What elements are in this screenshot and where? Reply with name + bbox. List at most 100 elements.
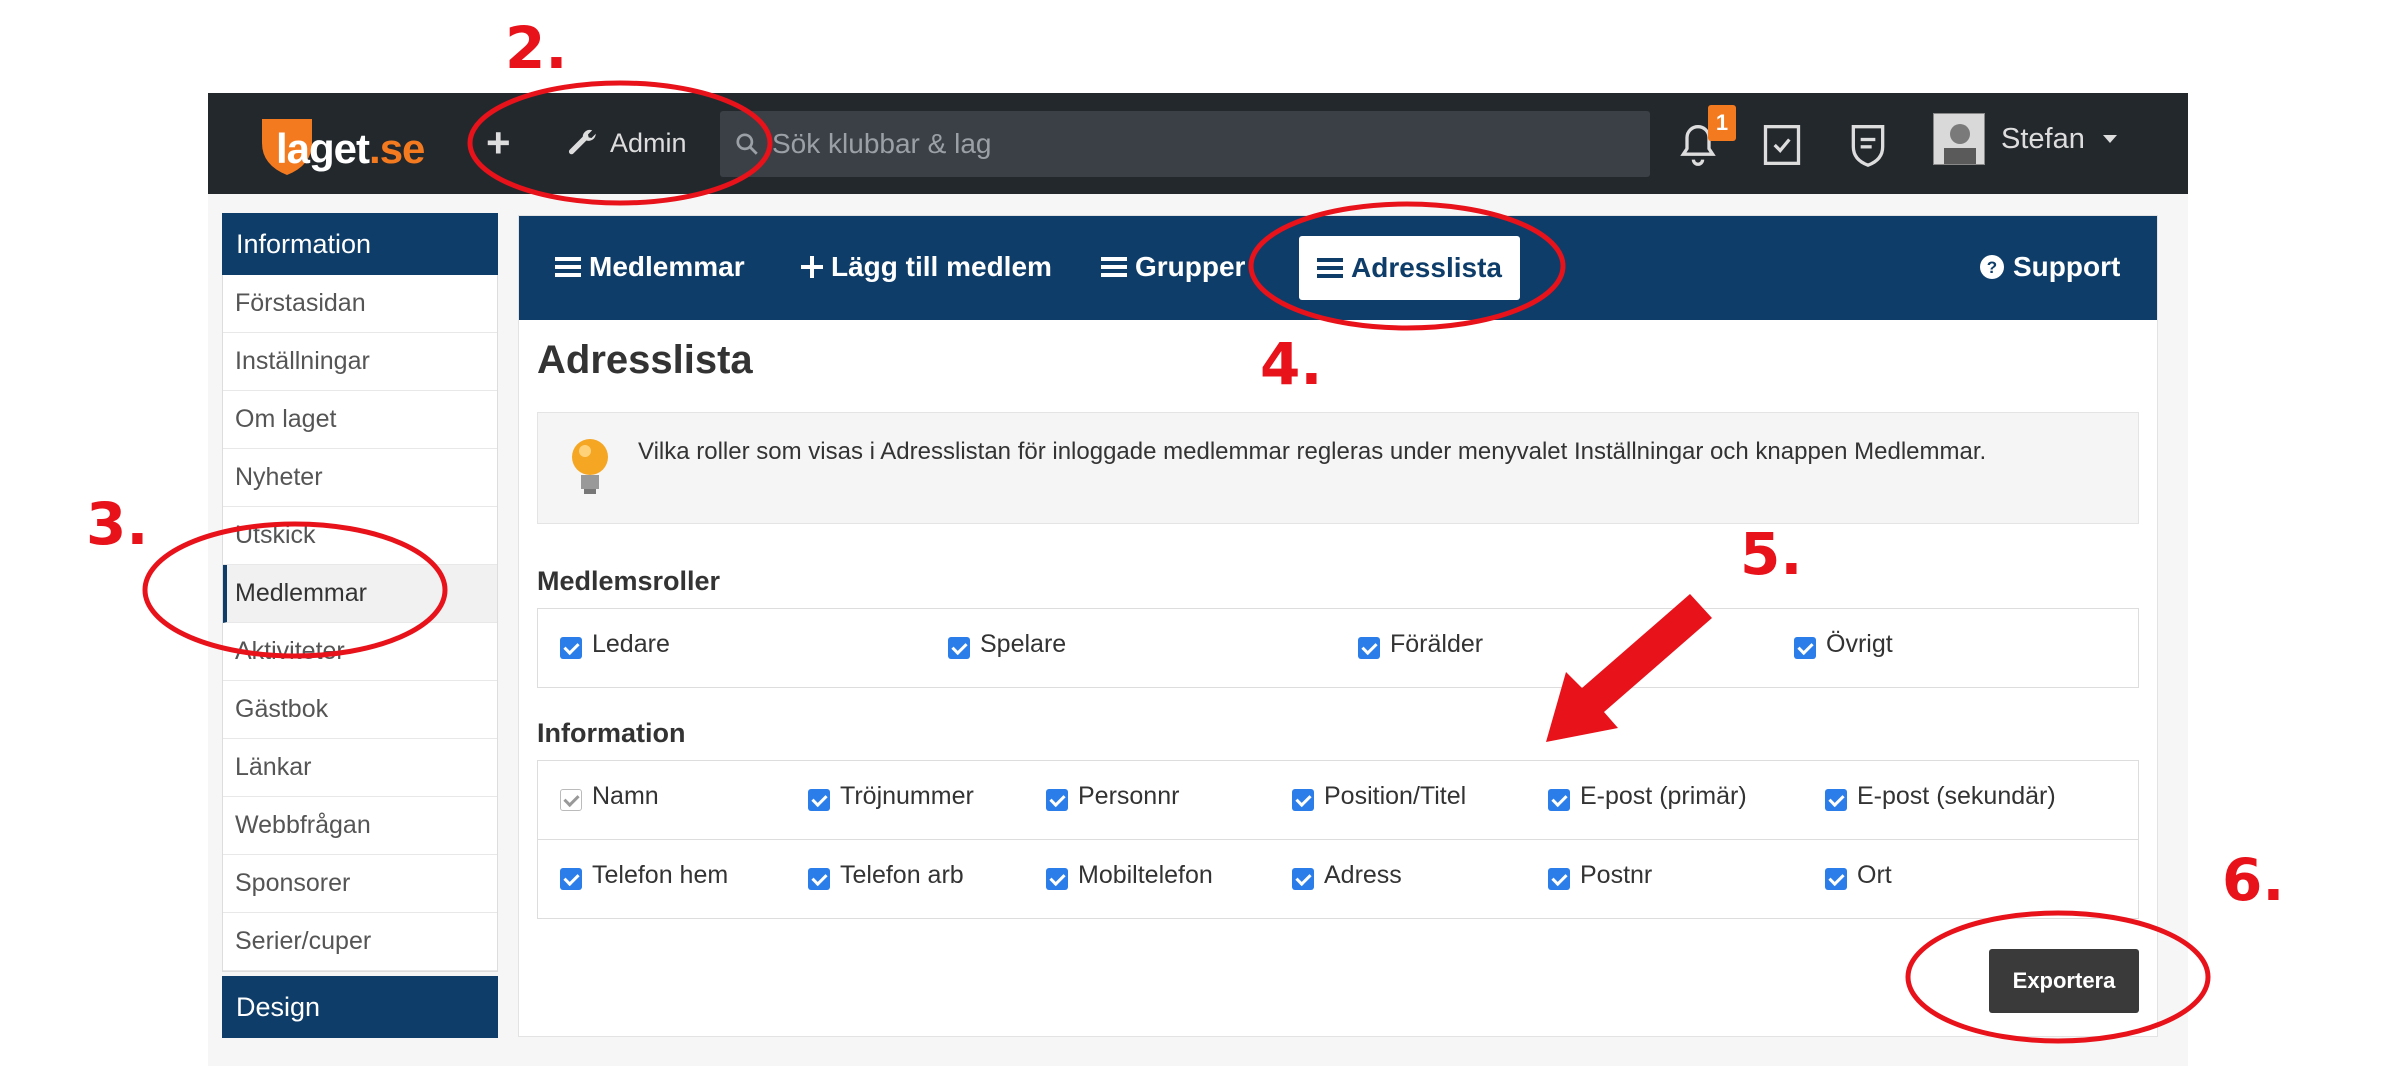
tab-adresslista[interactable]: Adresslista: [1299, 236, 1520, 300]
app-frame: laget.se + Admin 1: [208, 93, 2188, 1066]
sidebar-item-webbfragan[interactable]: Webbfrågan: [223, 797, 497, 855]
user-menu[interactable]: Stefan: [1933, 113, 2119, 165]
checkbox-icon[interactable]: [1292, 789, 1314, 811]
info-box: Vilka roller som visas i Adresslistan fö…: [537, 412, 2139, 524]
checkbox-position-titel[interactable]: Position/Titel: [1292, 781, 1466, 811]
sidebar-header-information[interactable]: Information: [222, 213, 498, 275]
checkbox-epost-sekundar[interactable]: E-post (sekundär): [1825, 781, 2056, 811]
checkbox-postnr[interactable]: Postnr: [1548, 860, 1652, 890]
checkbox-label: Position/Titel: [1324, 781, 1467, 810]
checkbox-foralder[interactable]: Förälder: [1358, 629, 1483, 659]
checkbox-icon[interactable]: [560, 868, 582, 890]
checkbox-icon[interactable]: [948, 637, 970, 659]
checkbox-label: E-post (primär): [1580, 781, 1747, 810]
checkbox-icon[interactable]: [1292, 868, 1314, 890]
sidebar-item-gastbok[interactable]: Gästbok: [223, 681, 497, 739]
sidebar-item-aktiviteter[interactable]: Aktiviteter: [223, 623, 497, 681]
checkbox-label: Förälder: [1390, 629, 1484, 658]
tab-lagg-till-medlem-label: Lägg till medlem: [831, 251, 1052, 282]
support-link[interactable]: ? Support: [1979, 242, 2120, 292]
checkbox-mobiltelefon[interactable]: Mobiltelefon: [1046, 860, 1213, 890]
checkbox-label: Personnr: [1078, 781, 1180, 810]
sidebar-item-nyheter[interactable]: Nyheter: [223, 449, 497, 507]
admin-button[interactable]: Admin: [566, 119, 687, 167]
sidebar-list: Förstasidan Inställningar Om laget Nyhet…: [222, 275, 498, 972]
info-text: Vilka roller som visas i Adresslistan fö…: [638, 438, 1987, 465]
page-title: Adresslista: [537, 338, 753, 382]
sidebar: Information Förstasidan Inställningar Om…: [222, 213, 498, 972]
tab-medlemmar-label: Medlemmar: [589, 251, 745, 282]
checkbox-icon[interactable]: [1825, 789, 1847, 811]
annotation-step-6: 6.: [2222, 846, 2285, 914]
checkbox-personnr[interactable]: Personnr: [1046, 781, 1179, 811]
roles-box: Ledare Spelare Förälder Övrigt: [537, 608, 2139, 688]
checkbox-label: Övrigt: [1826, 629, 1893, 658]
avatar: [1933, 113, 1985, 165]
wrench-icon: [568, 129, 596, 155]
checkbox-icon[interactable]: [1548, 868, 1570, 890]
checkbox-trojnummer[interactable]: Tröjnummer: [808, 781, 974, 811]
checkbox-icon[interactable]: [1046, 868, 1068, 890]
sidebar-item-sponsorer[interactable]: Sponsorer: [223, 855, 497, 913]
laget-logo[interactable]: laget.se: [258, 113, 443, 177]
checkbox-icon[interactable]: [1358, 637, 1380, 659]
search-bar[interactable]: [720, 111, 1650, 177]
user-name: Stefan: [2001, 122, 2085, 155]
logo-text: laget.se: [276, 125, 425, 172]
information-title: Information: [537, 718, 686, 748]
main-panel: Medlemmar Lägg till medlem Grupper Adres…: [518, 215, 2158, 1037]
checkbox-icon[interactable]: [808, 868, 830, 890]
shield-icon[interactable]: [1846, 121, 1890, 169]
sidebar-item-forstasidan[interactable]: Förstasidan: [223, 275, 497, 333]
export-button[interactable]: Exportera: [1989, 949, 2139, 1013]
support-label: Support: [2013, 251, 2121, 282]
sidebar-item-serier-cuper[interactable]: Serier/cuper: [223, 913, 497, 971]
sidebar-header-design[interactable]: Design: [222, 976, 498, 1038]
fields-row-2: Telefon hem Telefon arb Mobiltelefon Adr…: [538, 840, 2138, 918]
checkbox-label: Mobiltelefon: [1078, 860, 1213, 889]
lightbulb-icon: [572, 439, 608, 494]
checkbox-label: Adress: [1324, 860, 1402, 889]
sidebar-item-lankar[interactable]: Länkar: [223, 739, 497, 797]
search-input[interactable]: [770, 127, 1634, 161]
checkbox-adress[interactable]: Adress: [1292, 860, 1402, 890]
annotation-step-3: 3.: [86, 490, 149, 558]
chevron-down-icon: [2102, 135, 2117, 143]
sidebar-item-installningar[interactable]: Inställningar: [223, 333, 497, 391]
checkbox-telefon-arb[interactable]: Telefon arb: [808, 860, 964, 890]
checkbox-icon[interactable]: [1825, 868, 1847, 890]
checkbox-epost-primar[interactable]: E-post (primär): [1548, 781, 1747, 811]
list-icon: [1317, 258, 1343, 278]
checkbox-icon[interactable]: [560, 637, 582, 659]
tab-lagg-till-medlem[interactable]: Lägg till medlem: [801, 242, 1052, 292]
search-icon: [736, 133, 758, 155]
list-icon: [1101, 257, 1127, 277]
checkbox-ovrigt[interactable]: Övrigt: [1794, 629, 1893, 659]
members-navbar: Medlemmar Lägg till medlem Grupper Adres…: [519, 216, 2157, 320]
checkbox-label: Tröjnummer: [840, 781, 974, 810]
sidebar-item-om-laget[interactable]: Om laget: [223, 391, 497, 449]
checkbox-icon[interactable]: [1548, 789, 1570, 811]
checkbox-spelare[interactable]: Spelare: [948, 629, 1066, 659]
checkbox-icon[interactable]: [1794, 637, 1816, 659]
top-bar: laget.se + Admin 1: [208, 93, 2188, 194]
checkbox-telefon-hem[interactable]: Telefon hem: [560, 860, 728, 890]
tasks-icon[interactable]: [1760, 121, 1804, 169]
sidebar-item-utskick[interactable]: Utskick: [223, 507, 497, 565]
checkbox-label: Telefon arb: [840, 860, 964, 889]
checkbox-namn: Namn: [560, 781, 659, 811]
sidebar-item-medlemmar[interactable]: Medlemmar: [223, 565, 497, 623]
checkbox-icon[interactable]: [808, 789, 830, 811]
add-button[interactable]: +: [486, 119, 511, 167]
checkbox-ledare[interactable]: Ledare: [560, 629, 670, 659]
plus-icon: [801, 256, 823, 278]
tab-grupper[interactable]: Grupper: [1101, 242, 1245, 292]
tab-medlemmar[interactable]: Medlemmar: [555, 242, 745, 292]
fields-row-1: Namn Tröjnummer Personnr Position/Titel …: [538, 761, 2138, 840]
checkbox-ort[interactable]: Ort: [1825, 860, 1892, 890]
checkbox-label: Spelare: [980, 629, 1067, 658]
checkbox-icon: [560, 789, 582, 811]
checkbox-icon[interactable]: [1046, 789, 1068, 811]
fields-box: Namn Tröjnummer Personnr Position/Titel …: [537, 760, 2139, 919]
checkbox-label: E-post (sekundär): [1857, 781, 2056, 810]
